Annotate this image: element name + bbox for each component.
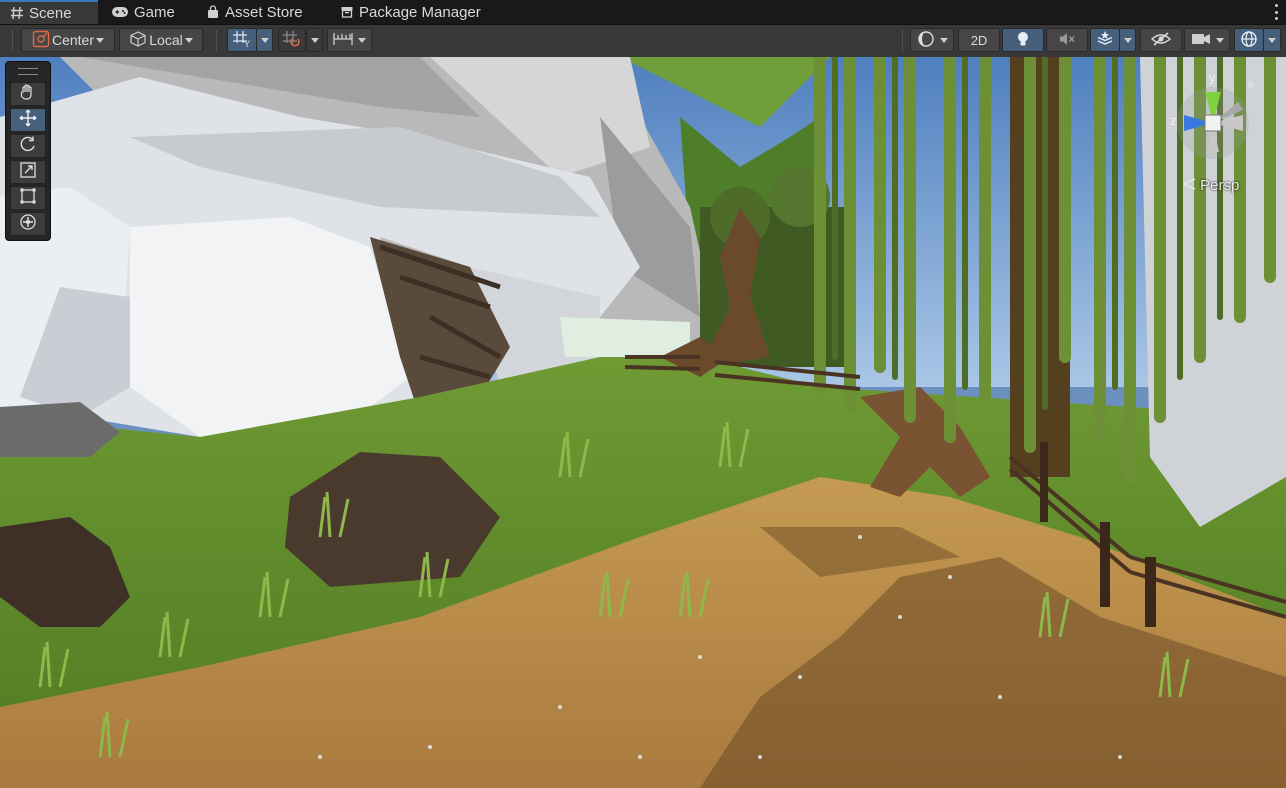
tab-asset-store[interactable]: Asset Store (196, 0, 324, 24)
tools-overlay (5, 61, 51, 241)
gizmos-dropdown[interactable] (1263, 28, 1281, 52)
scene-visibility-toggle[interactable] (1140, 28, 1182, 52)
transform-tool-button[interactable] (10, 212, 46, 236)
projection-label: Persp (1200, 177, 1240, 194)
2d-label: 2D (970, 32, 988, 48)
grid-snap-dropdown[interactable] (256, 28, 273, 52)
increment-snap-icon (282, 30, 302, 51)
lighting-toggle[interactable] (1002, 28, 1044, 52)
space-label: Local (149, 32, 183, 48)
gamepad-icon (111, 5, 129, 19)
grid-snap-toggle[interactable]: Y (227, 28, 257, 52)
increment-snap-dropdown[interactable] (306, 28, 323, 52)
pivot-label: Center (51, 32, 95, 48)
grid-snap-icon: Y (232, 30, 252, 51)
camera-dropdown[interactable] (1184, 28, 1230, 52)
lock-icon[interactable] (1248, 81, 1254, 88)
chevron-down-icon (260, 37, 269, 43)
rect-transform-icon (19, 187, 37, 210)
chevron-down-icon (96, 37, 105, 43)
hand-icon (19, 83, 37, 106)
audio-toggle[interactable] (1046, 28, 1088, 52)
chevron-down-icon (1215, 37, 1224, 43)
effects-icon (1096, 30, 1114, 51)
z-axis-label: z (1170, 113, 1177, 128)
audio-mute-icon (1058, 31, 1076, 50)
effects-toggle[interactable] (1090, 28, 1120, 52)
2d-mode-toggle[interactable]: 2D (958, 28, 1000, 52)
chevron-down-icon (358, 37, 366, 43)
chevron-down-icon (1123, 37, 1132, 43)
overlay-drag-handle[interactable] (18, 68, 38, 75)
editor-tab-bar: Scene Game Asset Store Package Manager (0, 0, 1286, 25)
pivot-dropdown[interactable]: Center (21, 28, 115, 52)
package-icon (340, 5, 354, 19)
tab-package-manager[interactable]: Package Manager (330, 0, 505, 24)
space-dropdown[interactable]: Local (119, 28, 203, 52)
tab-scene[interactable]: Scene (0, 0, 98, 24)
toolbar-grip (12, 31, 15, 51)
shopping-bag-icon (206, 5, 220, 19)
tab-label: Game (134, 3, 175, 21)
local-space-icon (129, 30, 147, 51)
scene-orientation-gizmo[interactable]: y z (1168, 62, 1258, 162)
gizmos-icon (1240, 30, 1258, 51)
ruler-dropdown[interactable] (327, 28, 372, 52)
toolbar-grip (216, 31, 219, 51)
chevron-down-icon (184, 37, 193, 43)
rect-tool-button[interactable] (10, 186, 46, 210)
move-tool-button[interactable] (10, 108, 46, 132)
transform-icon (19, 213, 37, 236)
hand-tool-button[interactable] (10, 82, 46, 106)
scene-render (0, 57, 1286, 788)
scene-visibility-icon (1150, 31, 1172, 50)
ruler-icon (333, 31, 353, 50)
move-icon (19, 109, 37, 132)
projection-toggle[interactable]: Persp (1182, 177, 1239, 194)
tab-label: Scene (29, 4, 72, 22)
y-axis-label: y (1209, 70, 1216, 85)
camera-icon (1191, 32, 1211, 49)
lighting-icon (1015, 30, 1031, 51)
chevron-down-icon (1268, 37, 1276, 43)
effects-dropdown[interactable] (1119, 28, 1136, 52)
tab-label: Asset Store (225, 3, 303, 21)
increment-snap-toggle[interactable] (278, 28, 306, 52)
shading-mode-icon (917, 30, 935, 51)
tab-game[interactable]: Game (101, 0, 193, 24)
scene-toolbar: Center Local Y 2D (0, 25, 1286, 58)
gizmos-toggle[interactable] (1234, 28, 1264, 52)
hash-icon (10, 6, 24, 20)
rotate-tool-button[interactable] (10, 134, 46, 158)
chevron-down-icon (939, 37, 948, 43)
shading-mode-dropdown[interactable] (910, 28, 954, 52)
pivot-icon (32, 30, 50, 51)
persp-arrow-icon (1182, 177, 1200, 194)
scene-viewport[interactable] (0, 57, 1286, 788)
svg-text:Y: Y (244, 39, 250, 48)
tab-label: Package Manager (359, 3, 481, 21)
chevron-down-icon (310, 37, 319, 43)
scale-icon (19, 161, 37, 184)
more-options-icon[interactable] (1272, 3, 1280, 21)
scale-tool-button[interactable] (10, 160, 46, 184)
toolbar-grip (902, 31, 905, 51)
rotate-icon (19, 135, 37, 158)
